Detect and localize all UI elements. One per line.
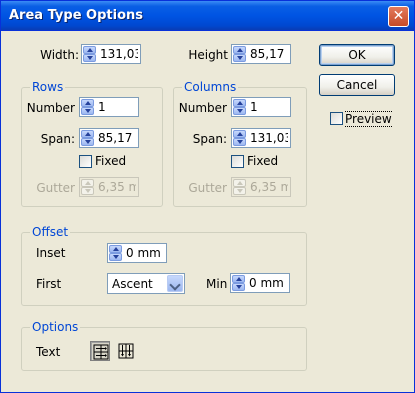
columns-span-value[interactable]: 131,03 xyxy=(250,131,288,145)
spin-up-icon xyxy=(81,179,94,187)
columns-gutter-field: 6,35 mm xyxy=(231,177,291,197)
preview-checkbox[interactable] xyxy=(330,112,343,125)
cancel-button[interactable]: Cancel xyxy=(319,74,395,96)
offset-legend: Offset xyxy=(30,225,71,239)
spin-up-icon[interactable] xyxy=(233,130,246,138)
width-field[interactable]: 131,03 xyxy=(81,44,141,64)
spin-up-icon[interactable] xyxy=(109,245,122,253)
rows-gutter-label: Gutter xyxy=(36,181,75,195)
min-spinner[interactable] xyxy=(232,275,245,291)
rows-number-field[interactable]: 1 xyxy=(79,97,139,117)
columns-legend: Columns xyxy=(182,80,239,94)
inset-value[interactable]: 0 mm xyxy=(126,246,164,260)
inset-field[interactable]: 0 mm xyxy=(107,243,167,263)
spin-down-icon xyxy=(81,187,94,195)
spin-down-icon[interactable] xyxy=(233,107,246,115)
spin-down-icon[interactable] xyxy=(81,138,94,146)
spin-up-icon[interactable] xyxy=(83,46,96,54)
columns-fixed-checkbox[interactable] xyxy=(231,155,244,168)
columns-span-field[interactable]: 131,03 xyxy=(231,128,291,148)
rows-number-label: Number xyxy=(26,101,75,115)
inset-spinner[interactable] xyxy=(109,245,122,261)
rows-first-flow-icon xyxy=(93,344,109,360)
spin-up-icon xyxy=(233,179,246,187)
rows-number-spinner[interactable] xyxy=(81,99,94,115)
min-field[interactable]: 0 mm xyxy=(230,273,290,293)
rows-span-label: Span: xyxy=(40,132,75,146)
spin-down-icon[interactable] xyxy=(233,54,246,62)
min-label: Min xyxy=(206,277,228,291)
width-spinner[interactable] xyxy=(83,46,96,62)
height-value[interactable]: 85,17 xyxy=(250,47,288,61)
spin-up-icon[interactable] xyxy=(232,275,245,283)
rows-number-value[interactable]: 1 xyxy=(98,100,136,114)
columns-gutter-label: Gutter xyxy=(188,181,227,195)
columns-number-label: Number xyxy=(178,101,227,115)
text-flow-label: Text xyxy=(36,345,61,359)
first-baseline-value[interactable]: Ascent xyxy=(112,277,153,291)
height-spinner[interactable] xyxy=(233,46,246,62)
columns-first-flow-icon xyxy=(118,343,134,359)
min-value[interactable]: 0 mm xyxy=(249,276,287,290)
spin-down-icon xyxy=(233,187,246,195)
close-icon[interactable]: ✕ xyxy=(388,6,409,27)
chevron-down-icon[interactable] xyxy=(167,275,183,292)
area-type-options-dialog: Area Type Options ✕ Width: 131,03 Height… xyxy=(0,0,415,393)
first-label: First xyxy=(36,277,62,291)
columns-fixed-label[interactable]: Fixed xyxy=(247,154,278,168)
inset-label: Inset xyxy=(36,246,66,260)
rows-gutter-field: 6,35 mm xyxy=(79,177,139,197)
options-group: Options xyxy=(21,320,307,371)
spin-up-icon[interactable] xyxy=(81,130,94,138)
width-label: Width: xyxy=(40,48,79,62)
columns-number-value[interactable]: 1 xyxy=(250,100,288,114)
ok-button[interactable]: OK xyxy=(319,44,395,66)
height-field[interactable]: 85,17 xyxy=(231,44,291,64)
spin-down-icon[interactable] xyxy=(109,253,122,261)
preview-label[interactable]: Preview xyxy=(345,111,392,127)
spin-down-icon[interactable] xyxy=(232,283,245,291)
rows-fixed-label[interactable]: Fixed xyxy=(95,154,126,168)
rows-fixed-checkbox[interactable] xyxy=(79,155,92,168)
first-baseline-dropdown[interactable]: Ascent xyxy=(107,273,185,294)
columns-gutter-value: 6,35 mm xyxy=(250,180,288,194)
rows-span-spinner[interactable] xyxy=(81,130,94,146)
width-value[interactable]: 131,03 xyxy=(100,47,138,61)
spin-down-icon[interactable] xyxy=(81,107,94,115)
columns-number-spinner[interactable] xyxy=(233,99,246,115)
spin-up-icon[interactable] xyxy=(233,46,246,54)
spin-down-icon[interactable] xyxy=(233,138,246,146)
rows-gutter-value: 6,35 mm xyxy=(98,180,136,194)
options-legend: Options xyxy=(30,320,81,334)
columns-gutter-spinner xyxy=(233,179,246,195)
height-label: Height xyxy=(188,48,228,62)
columns-first-flow-button[interactable] xyxy=(116,341,136,361)
rows-span-value[interactable]: 85,17 xyxy=(98,131,136,145)
rows-gutter-spinner xyxy=(81,179,94,195)
title-bar[interactable]: Area Type Options ✕ xyxy=(1,1,414,31)
columns-span-spinner[interactable] xyxy=(233,130,246,146)
dialog-title: Area Type Options xyxy=(9,8,143,23)
rows-legend: Rows xyxy=(30,80,66,94)
rows-span-field[interactable]: 85,17 xyxy=(79,128,139,148)
columns-number-field[interactable]: 1 xyxy=(231,97,291,117)
columns-span-label: Span: xyxy=(192,132,227,146)
spin-up-icon[interactable] xyxy=(81,99,94,107)
spin-up-icon[interactable] xyxy=(233,99,246,107)
rows-first-flow-button[interactable] xyxy=(90,341,110,361)
spin-down-icon[interactable] xyxy=(83,54,96,62)
